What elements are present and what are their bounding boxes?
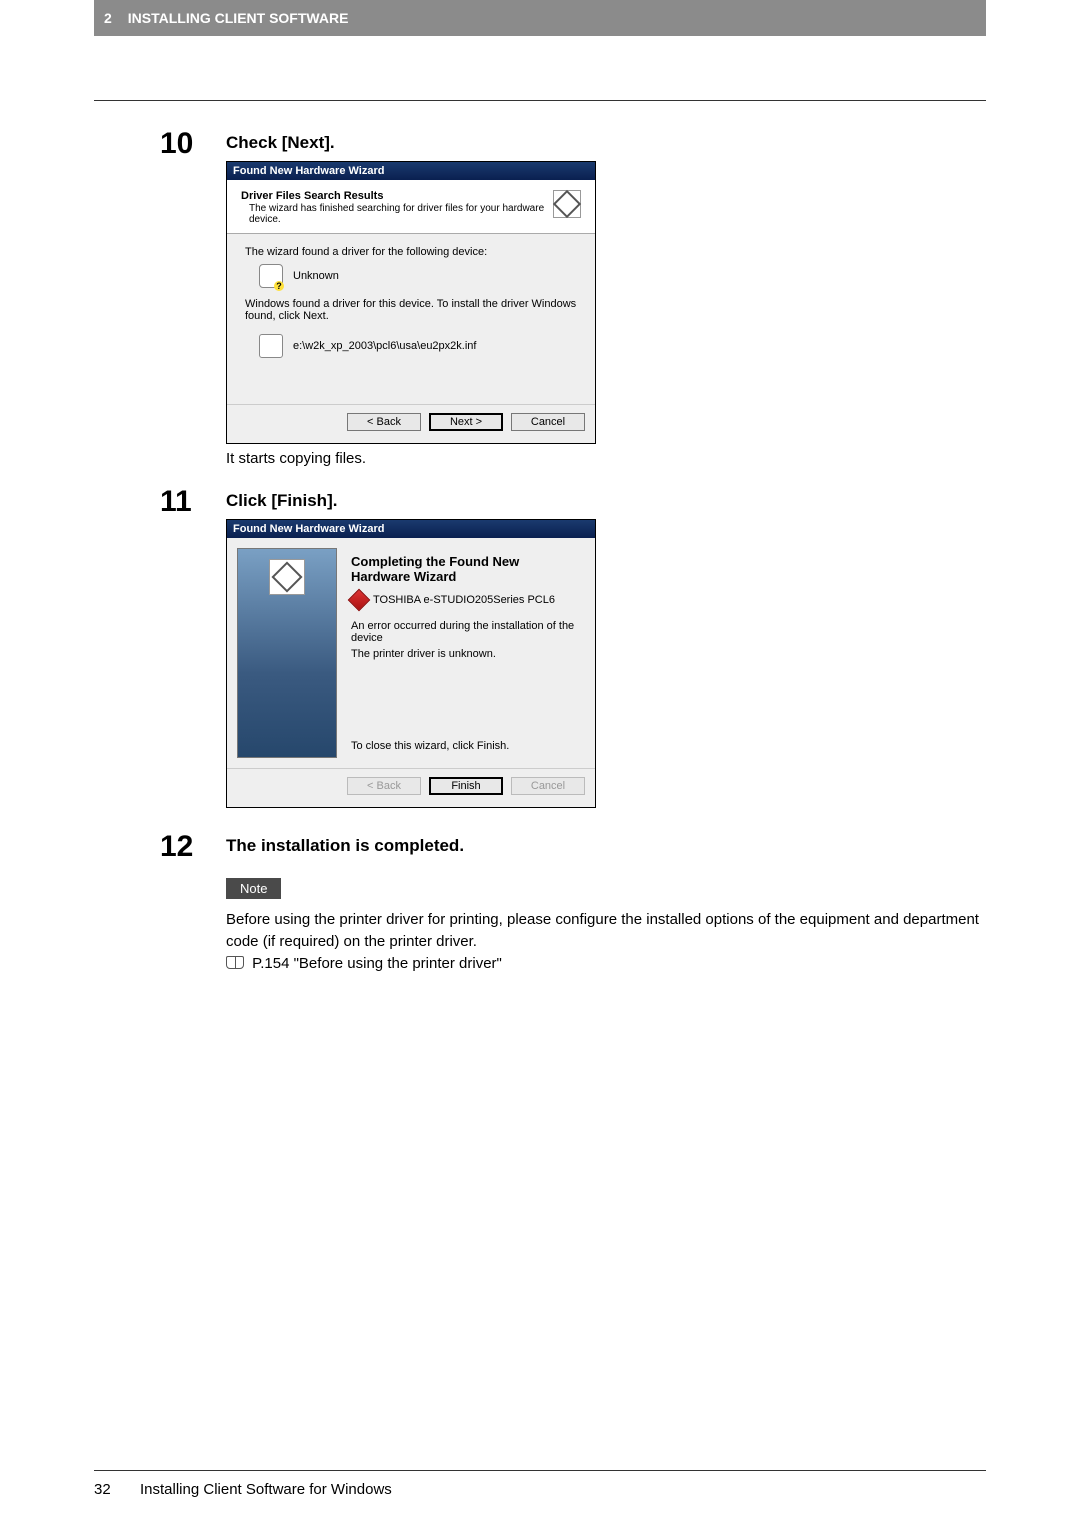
wizard-line: The wizard found a driver for the follow…	[245, 246, 577, 258]
device-row: Unknown	[259, 264, 577, 288]
wizard-screenshot-1: Found New Hardware Wizard Driver Files S…	[226, 161, 596, 444]
step-10: 10 Check [Next]. Found New Hardware Wiza…	[94, 129, 986, 469]
wizard-main: Completing the Found New Hardware Wizard…	[227, 538, 595, 768]
wizard-banner-icon	[269, 559, 305, 595]
wizard-content: Completing the Found New Hardware Wizard…	[337, 548, 585, 758]
unknown-line: The printer driver is unknown.	[351, 648, 575, 660]
device-name: Unknown	[293, 270, 339, 282]
wizard-button-bar: < Back Next > Cancel	[227, 404, 595, 443]
wizard-header-subtitle: The wizard has finished searching for dr…	[249, 203, 547, 225]
error-line: An error occurred during the installatio…	[351, 620, 575, 644]
cancel-button: Cancel	[511, 777, 585, 795]
step-12: 12 The installation is completed. Note B…	[94, 832, 986, 974]
note-text: Before using the printer driver for prin…	[226, 909, 986, 974]
chapter-header: 2 INSTALLING CLIENT SOFTWARE	[94, 0, 986, 36]
next-button[interactable]: Next >	[429, 413, 503, 431]
inf-path: e:\w2k_xp_2003\pcl6\usa\eu2px2k.inf	[293, 340, 476, 352]
step-caption: It starts copying files.	[226, 450, 986, 467]
note-reference: P.154 "Before using the printer driver"	[248, 955, 502, 972]
back-button: < Back	[347, 777, 421, 795]
finish-button[interactable]: Finish	[429, 777, 503, 795]
wizard-device-line: TOSHIBA e-STUDIO205Series PCL6	[351, 592, 575, 608]
wizard-complete-heading: Completing the Found New Hardware Wizard	[351, 554, 575, 584]
wizard-line: Windows found a driver for this device. …	[245, 298, 577, 322]
inf-file-icon	[259, 334, 283, 358]
step-number: 10	[160, 129, 220, 469]
wizard-titlebar: Found New Hardware Wizard	[227, 162, 595, 180]
error-diamond-icon	[348, 589, 371, 612]
inf-row: e:\w2k_xp_2003\pcl6\usa\eu2px2k.inf	[259, 334, 577, 358]
back-button[interactable]: < Back	[347, 413, 421, 431]
book-icon	[226, 956, 244, 969]
wizard-screenshot-2: Found New Hardware Wizard Completing the…	[226, 519, 596, 808]
note-badge: Note	[226, 878, 281, 899]
close-instruction: To close this wizard, click Finish.	[351, 740, 575, 752]
chapter-title: INSTALLING CLIENT SOFTWARE	[128, 10, 349, 26]
page-content: 10 Check [Next]. Found New Hardware Wiza…	[94, 100, 986, 1466]
wizard-hardware-icon	[553, 190, 581, 218]
step-number: 12	[160, 832, 220, 974]
unknown-device-icon	[259, 264, 283, 288]
step-11: 11 Click [Finish]. Found New Hardware Wi…	[94, 487, 986, 814]
step-title: Check [Next].	[226, 133, 986, 153]
page-number: 32	[94, 1481, 124, 1498]
step-title: Click [Finish].	[226, 491, 986, 511]
step-body: Check [Next]. Found New Hardware Wizard …	[226, 129, 986, 469]
step-number: 11	[160, 487, 220, 814]
wizard-titlebar: Found New Hardware Wizard	[227, 520, 595, 538]
wizard-body: The wizard found a driver for the follow…	[227, 234, 595, 404]
wizard-header-title: Driver Files Search Results	[241, 190, 547, 202]
footer-title: Installing Client Software for Windows	[140, 1481, 392, 1498]
page-footer: 32 Installing Client Software for Window…	[94, 1470, 986, 1498]
device-model: TOSHIBA e-STUDIO205Series PCL6	[373, 594, 555, 606]
wizard-button-bar: < Back Finish Cancel	[227, 768, 595, 807]
step-title: The installation is completed.	[226, 836, 986, 856]
wizard-side-banner	[237, 548, 337, 758]
step-body: Click [Finish]. Found New Hardware Wizar…	[226, 487, 986, 814]
wizard-header: Driver Files Search Results The wizard h…	[227, 180, 595, 234]
note-body: Before using the printer driver for prin…	[226, 911, 979, 950]
chapter-number: 2	[104, 10, 112, 26]
cancel-button[interactable]: Cancel	[511, 413, 585, 431]
step-body: The installation is completed. Note Befo…	[226, 832, 986, 974]
